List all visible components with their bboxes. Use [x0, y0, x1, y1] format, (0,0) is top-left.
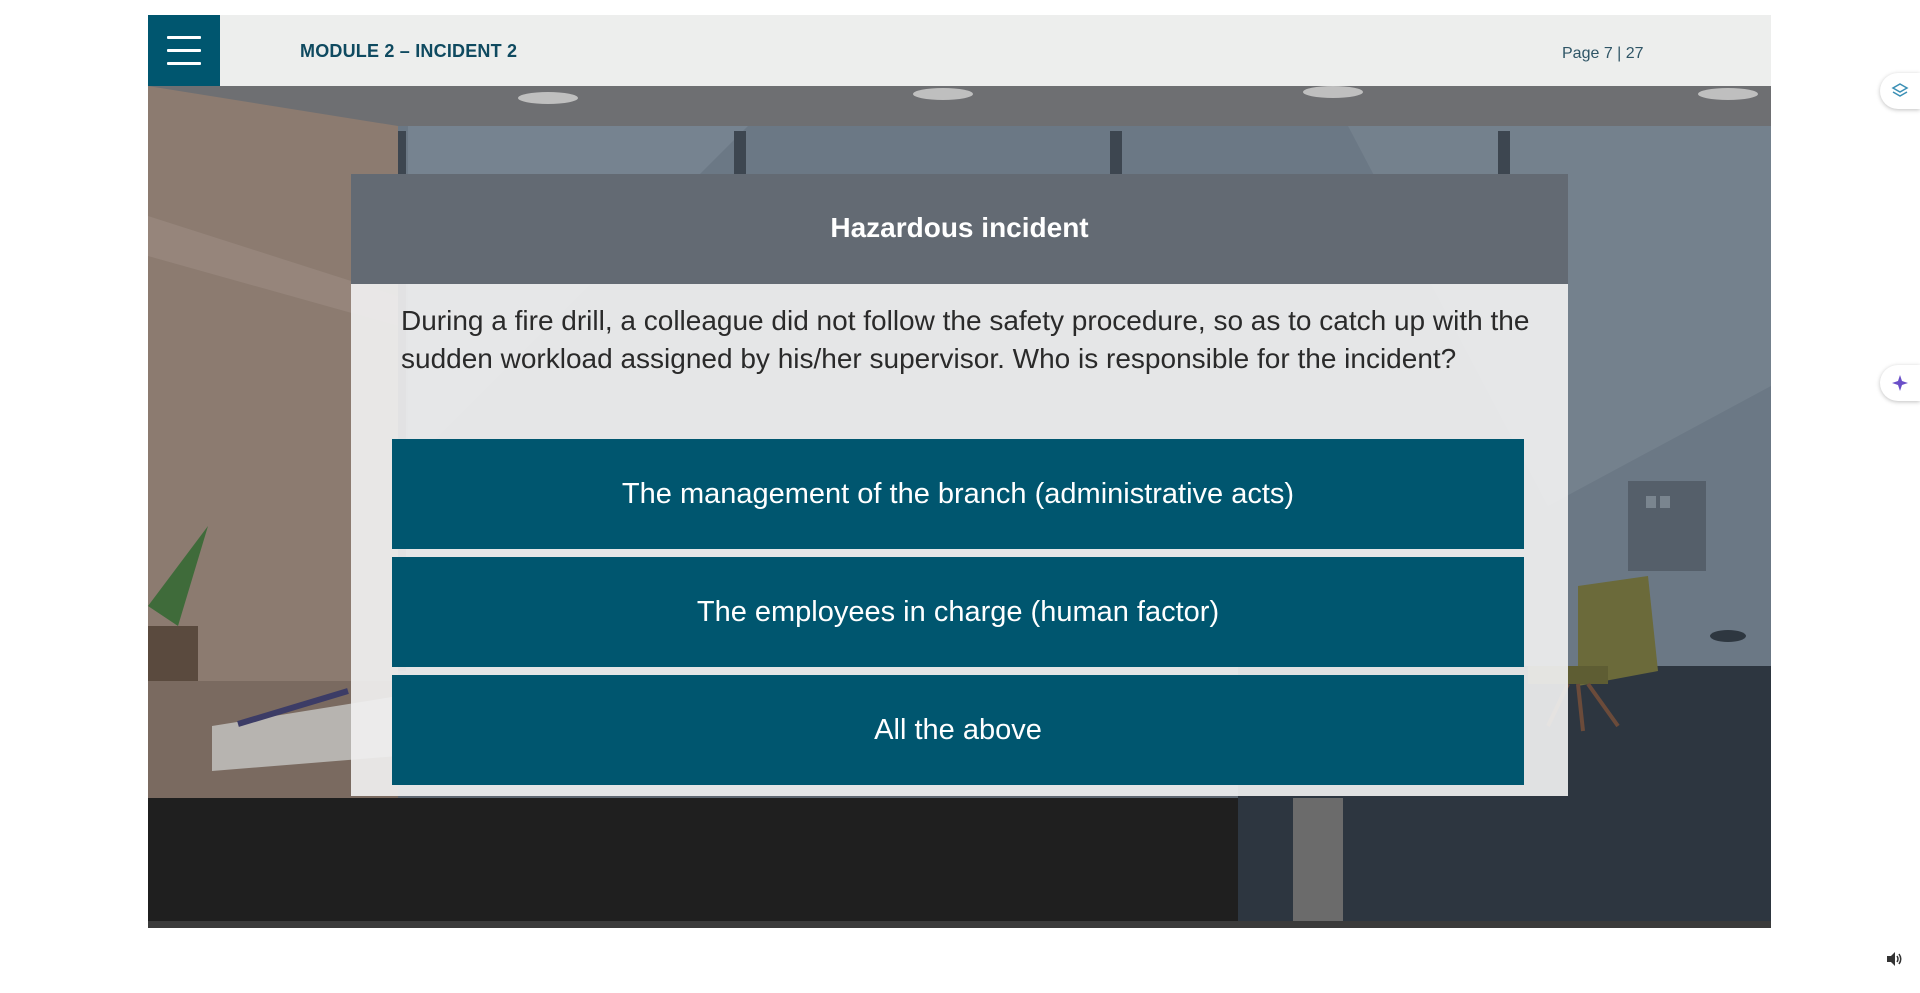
- extension-widget-top[interactable]: [1880, 73, 1920, 109]
- modal-body: During a fire drill, a colleague did not…: [351, 284, 1568, 796]
- module-title: MODULE 2 – INCIDENT 2: [300, 41, 518, 61]
- answer-option-label: The management of the branch (administra…: [621, 477, 1295, 510]
- question-text: During a fire drill, a colleague did not…: [401, 305, 1530, 374]
- answer-option-employees[interactable]: The employees in charge (human factor): [392, 557, 1524, 667]
- answer-option-label: The employees in charge (human factor): [696, 595, 1220, 628]
- sparkle-icon: [1892, 375, 1908, 391]
- modal-header: Hazardous incident: [351, 174, 1568, 284]
- menu-button[interactable]: [148, 15, 220, 86]
- hamburger-menu-icon: [148, 15, 220, 86]
- answer-option-label: All the above: [874, 713, 1042, 746]
- answer-option-management[interactable]: The management of the branch (administra…: [392, 439, 1524, 549]
- speaker-icon[interactable]: [1884, 949, 1904, 969]
- extension-widget-assistant[interactable]: [1880, 365, 1920, 401]
- course-stage: MODULE 2 – INCIDENT 2 Page 7 | 27 Hazard…: [148, 15, 1771, 928]
- question-modal: Hazardous incident During a fire drill, …: [351, 174, 1568, 796]
- answer-option-all[interactable]: All the above: [392, 675, 1524, 785]
- modal-title: Hazardous incident: [830, 212, 1089, 243]
- course-header: MODULE 2 – INCIDENT 2 Page 7 | 27: [148, 15, 1771, 86]
- layers-icon: [1891, 83, 1909, 97]
- page-indicator: Page 7 | 27: [1562, 45, 1644, 62]
